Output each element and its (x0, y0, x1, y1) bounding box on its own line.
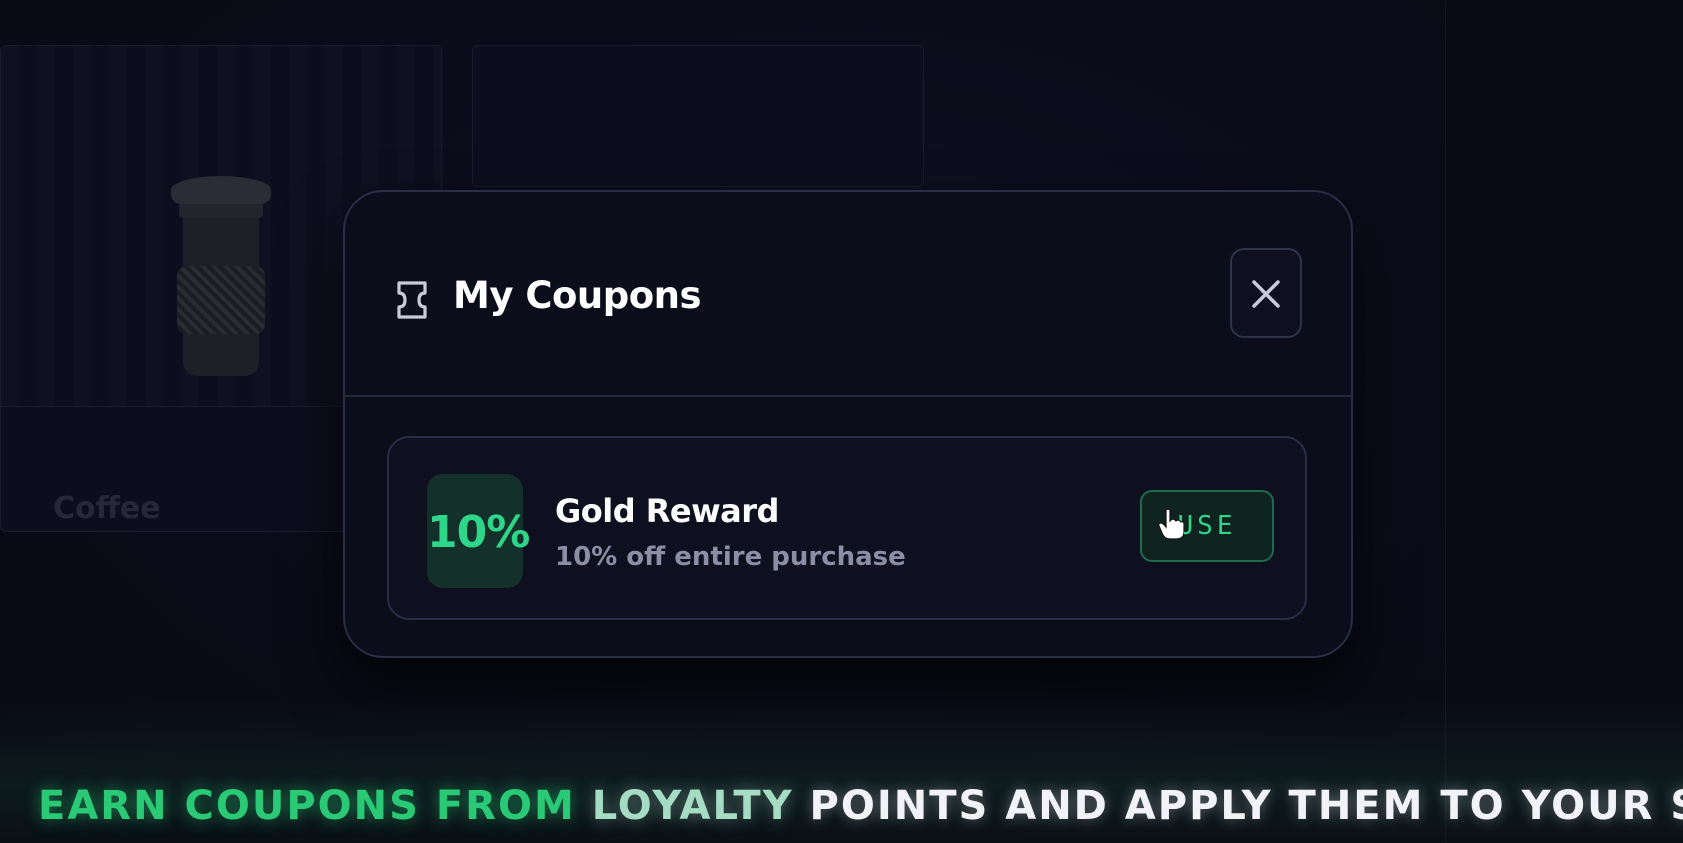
caption-text: EARN COUPONS FROM LOYALTY POINTS AND APP… (38, 783, 1683, 829)
app-stage: Coffee My Coupons 10% Gold Reward 10% of… (0, 0, 1683, 843)
modal-header: My Coupons (345, 192, 1351, 397)
caption-part-3: POINTS AND APPLY THEM TO YOUR SHOPPING C… (809, 783, 1683, 829)
close-icon (1252, 280, 1280, 308)
discount-badge: 10% (427, 474, 530, 588)
discount-value: 10% (427, 507, 530, 558)
hand-cursor-icon (1158, 508, 1184, 540)
ticket-icon (397, 281, 427, 319)
coupon-title: Gold Reward (555, 492, 779, 530)
product-card (472, 45, 924, 187)
caption-part-2: LOYALTY (591, 783, 794, 829)
coupon-description: 10% off entire purchase (555, 542, 906, 572)
coupons-modal: My Coupons 10% Gold Reward 10% off entir… (343, 190, 1353, 658)
coffee-cup-image (171, 176, 271, 376)
product-name: Coffee (53, 491, 161, 526)
caption-part-1: EARN COUPONS FROM (38, 783, 576, 829)
modal-title: My Coupons (453, 274, 702, 317)
close-button[interactable] (1230, 248, 1302, 338)
